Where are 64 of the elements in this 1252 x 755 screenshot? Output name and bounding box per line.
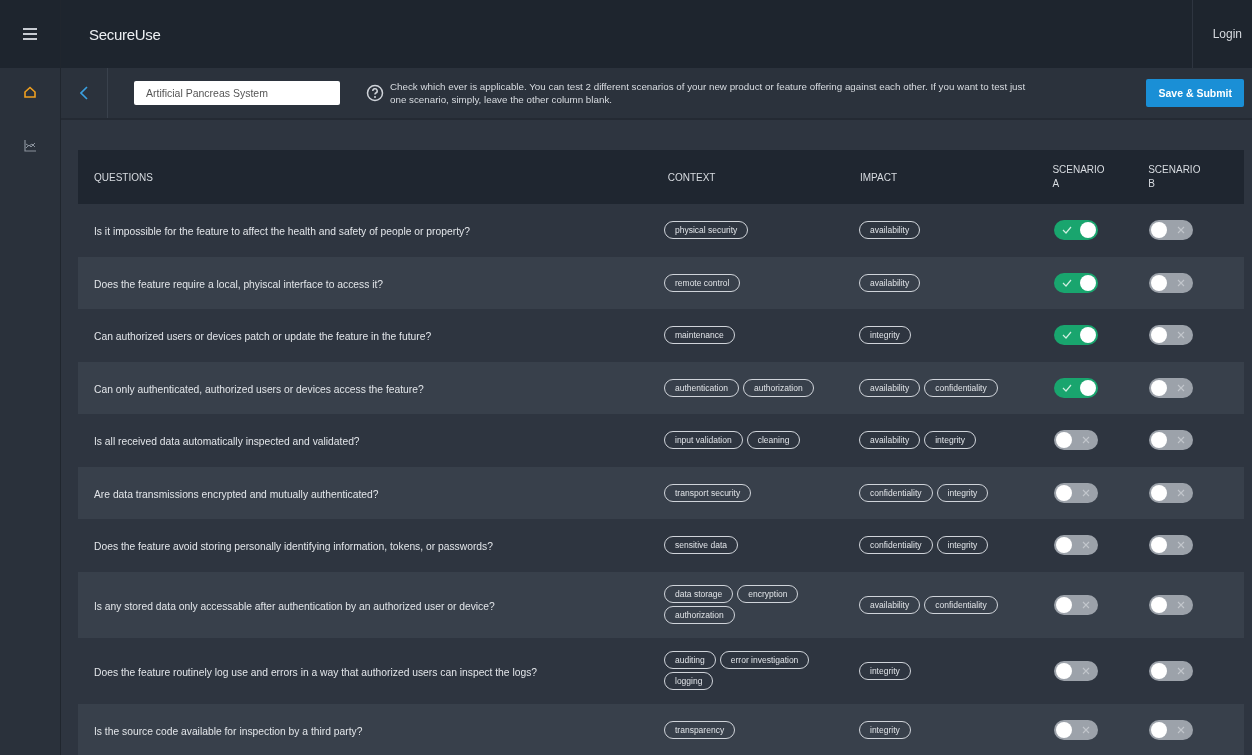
toggle-switch[interactable] [1149,272,1193,293]
toggle-switch[interactable] [1054,325,1098,346]
cross-icon [1177,666,1185,675]
question-text: Does the feature routinely log use and errors in a way that authorized users can inspect the logs? [94,666,538,678]
toggle-switch[interactable] [1054,482,1098,503]
question-text: Does the feature avoid storing personally identifying information, tokens, or passwords? [94,541,493,553]
cross-icon [1177,436,1185,445]
check-icon [1062,331,1072,340]
cross-icon [1177,383,1185,392]
toggle-switch[interactable] [1054,594,1098,615]
check-icon [1062,383,1072,392]
toggle-switch[interactable] [1149,430,1193,451]
column-header: SCENARIO A [1052,163,1106,191]
question-text: Does the feature require a local, phyiscal interface to access it? [94,278,384,290]
column-header: SCENARIO B [1148,163,1202,191]
toggle-switch[interactable] [1054,272,1098,293]
question-text: Can only authenticated, authorized users or devices access the feature? [94,383,424,395]
product-name-field[interactable]: Artificial Pancreas System [134,81,340,105]
column-header: CONTEXT [667,171,716,183]
toggle-switch[interactable] [1149,660,1193,681]
check-icon [1062,226,1072,235]
toggle-switch[interactable] [1054,660,1098,681]
logo: SecureUse [89,25,161,43]
help-text: Check which ever is applicable. You can test 2 different scenarios of your new product or feature offering against each other. If you want to test just one scenario, simply, leave the other column blank. [390,80,1027,106]
toggle-switch[interactable] [1149,377,1193,398]
cross-icon [1177,331,1185,340]
toggle-switch[interactable] [1149,719,1193,740]
cross-icon [1177,278,1185,287]
toggle-switch[interactable] [1054,430,1098,451]
toggle-switch[interactable] [1149,535,1193,556]
cross-icon [1177,488,1185,497]
column-header: IMPACT [860,171,898,183]
toggle-switch[interactable] [1054,719,1098,740]
check-icon [1062,278,1072,287]
cross-icon [1082,666,1090,675]
toggle-switch[interactable] [1054,535,1098,556]
toggle-switch[interactable] [1054,377,1098,398]
menu-icon[interactable] [23,28,37,40]
question-text: Is any stored data only accessable after authentication by an authorized user or device? [94,600,495,612]
question-text: Is all received data automatically inspected and validated? [94,436,360,448]
save-submit-button[interactable]: Save & Submit [1146,79,1244,107]
cross-icon [1177,226,1185,235]
cross-icon [1082,600,1090,609]
chart-icon[interactable] [23,139,37,153]
cross-icon [1177,541,1185,550]
question-text: Are data transmissions encrypted and mutually authenticated? [94,488,379,500]
cross-icon [1177,725,1185,734]
toggle-switch[interactable] [1149,594,1193,615]
back-icon[interactable] [80,86,88,100]
cross-icon [1082,541,1090,550]
cross-icon [1082,436,1090,445]
toggle-switch[interactable] [1149,220,1193,241]
column-header: QUESTIONS [94,171,153,183]
cross-icon [1082,725,1090,734]
question-text: Can authorized users or devices patch or update the feature in the future? [94,331,432,343]
question-text: Is the source code available for inspection by a third party? [94,725,363,737]
toggle-switch[interactable] [1149,482,1193,503]
help-icon [366,84,384,102]
cross-icon [1177,600,1185,609]
question-text: Is it impossible for the feature to affect the health and safety of people or property? [94,226,470,238]
toggle-switch[interactable] [1149,325,1193,346]
cross-icon [1082,488,1090,497]
home-icon[interactable] [23,85,37,99]
toggle-switch[interactable] [1054,220,1098,241]
